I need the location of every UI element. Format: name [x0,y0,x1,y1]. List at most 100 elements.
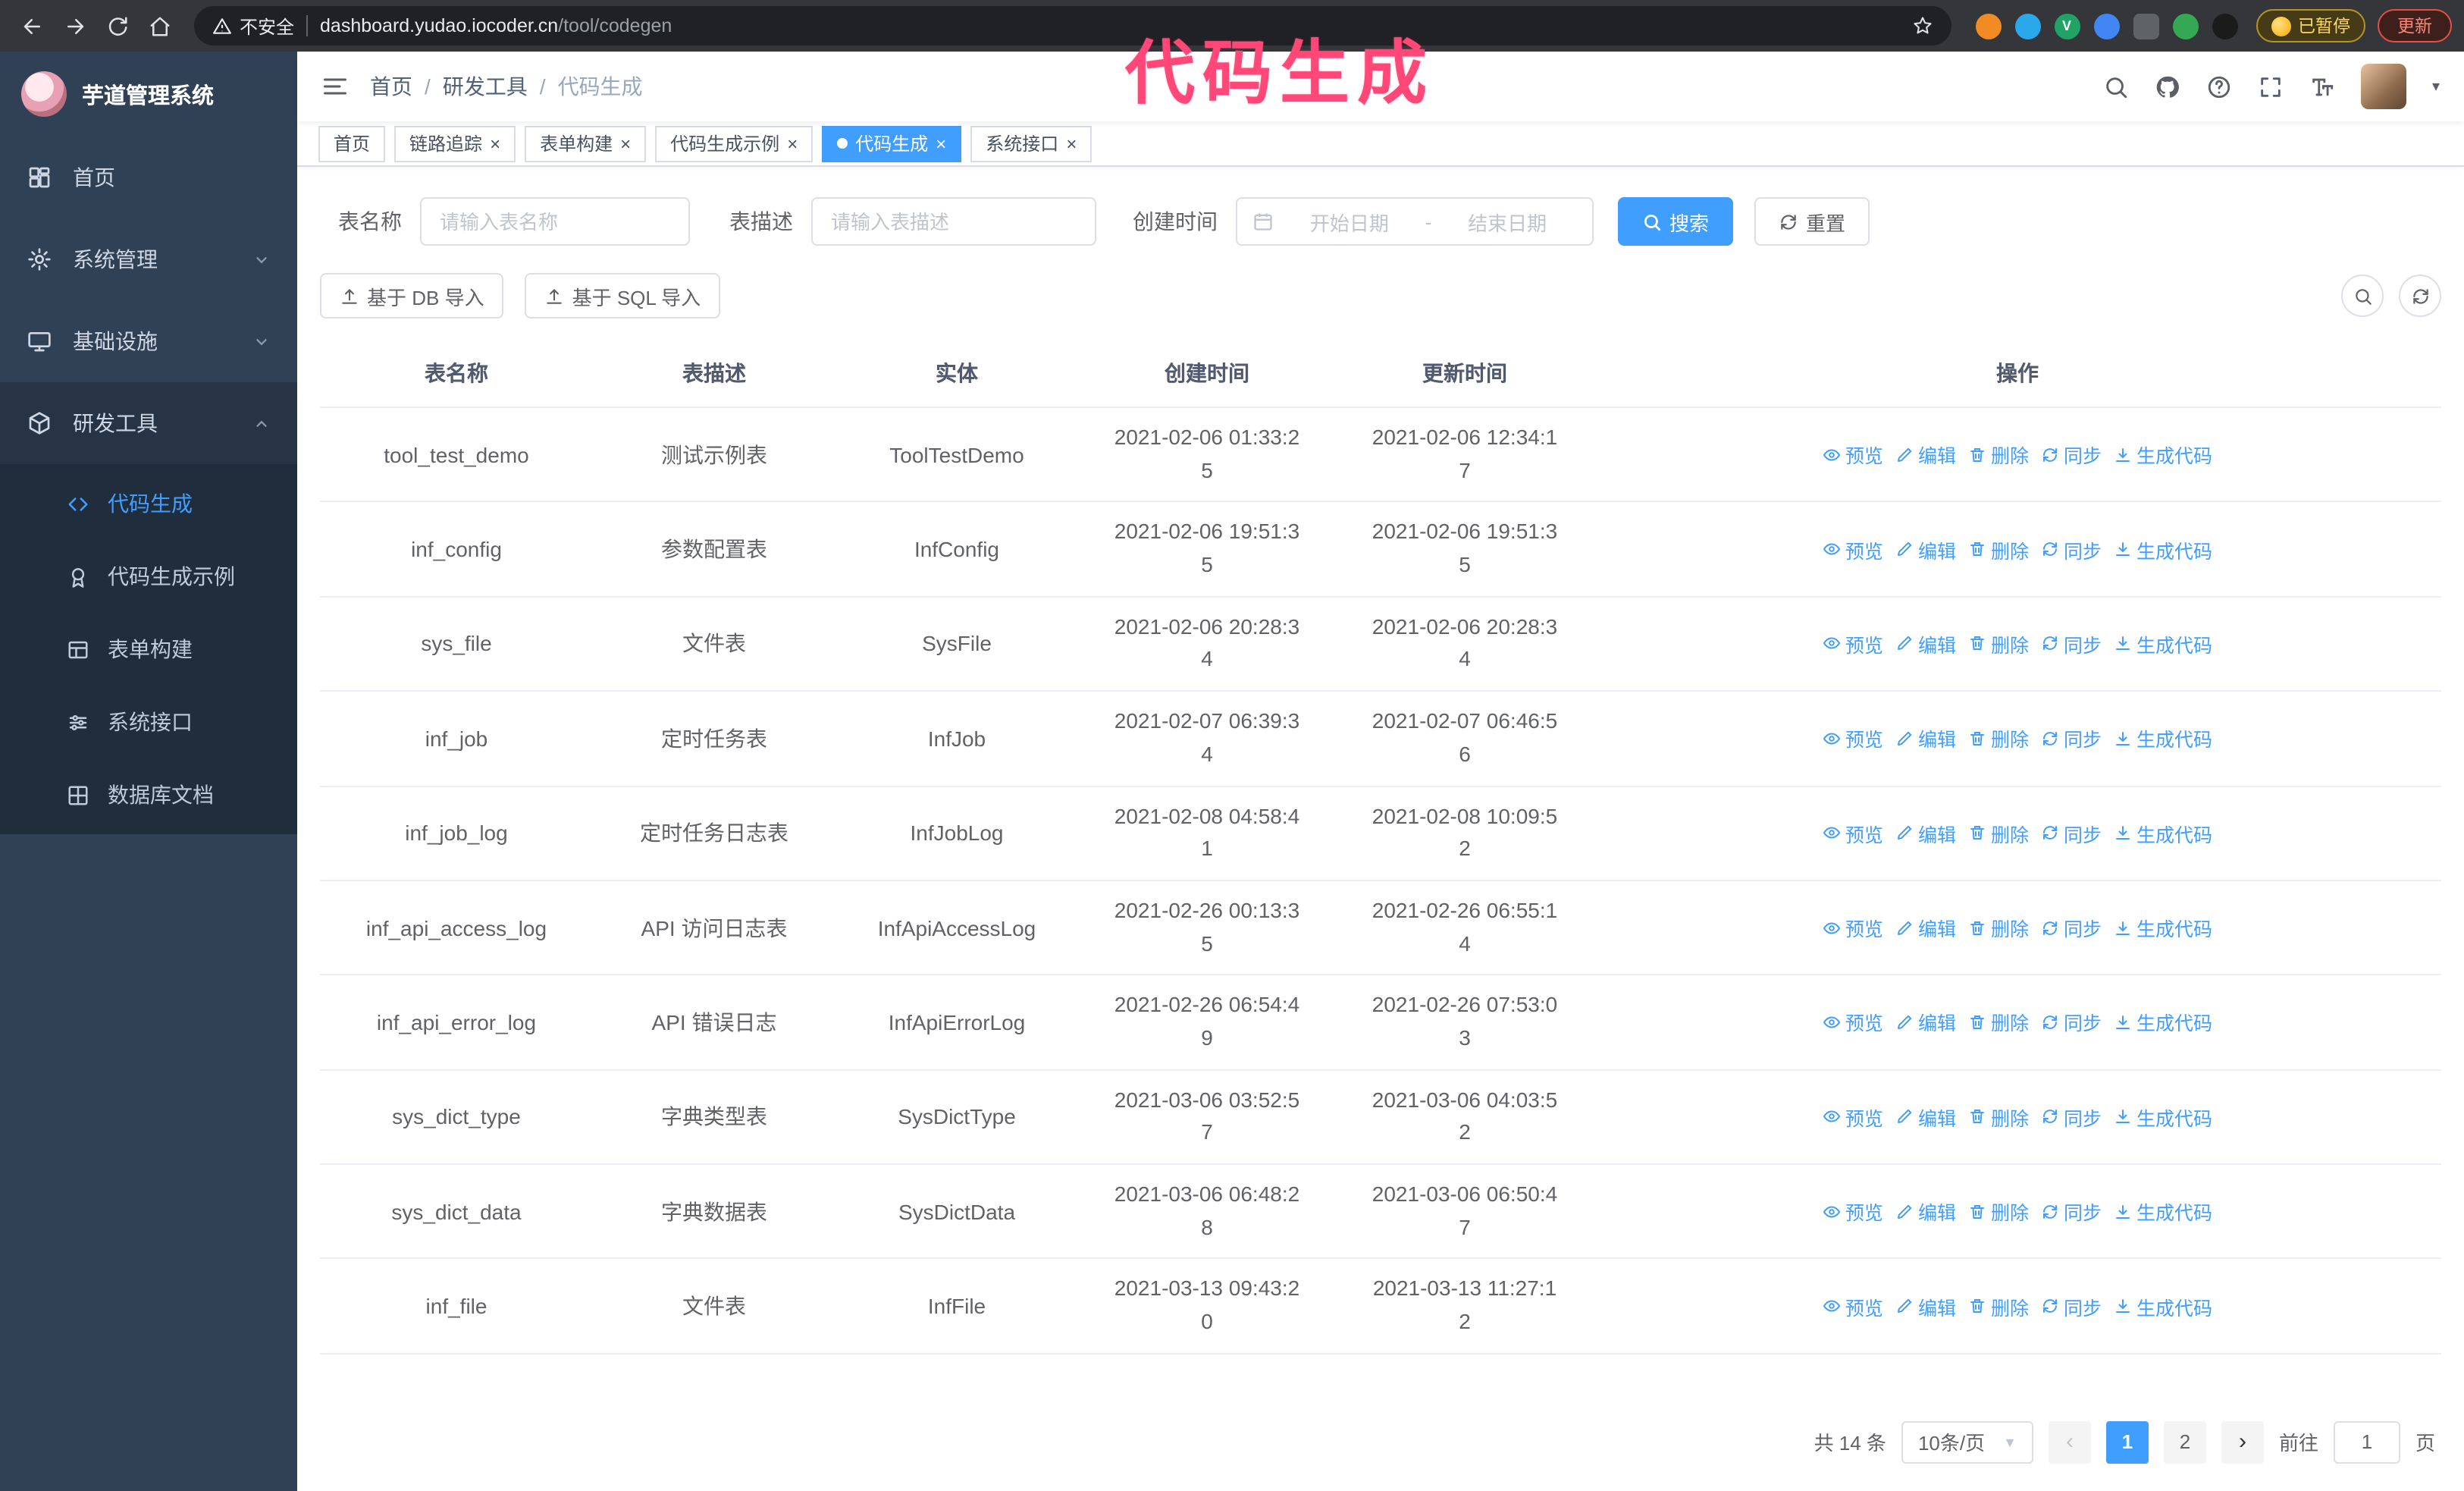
delete-link[interactable]: 删除 [1968,724,2029,753]
delete-link[interactable]: 删除 [1968,1197,2029,1226]
sync-link[interactable]: 同步 [2041,1008,2102,1037]
address-bar[interactable]: 不安全 dashboard.yudao.iocoder.cn/tool/code… [194,6,1951,46]
back-button[interactable] [12,6,52,46]
sync-link[interactable]: 同步 [2041,818,2102,847]
breadcrumb-devtools[interactable]: 研发工具 [443,71,528,102]
tab-system-api[interactable]: 系统接口 × [970,125,1092,162]
edit-link[interactable]: 编辑 [1895,1103,1956,1132]
paused-badge[interactable]: 已暂停 [2256,9,2365,42]
sidebar-item-system-api[interactable]: 系统接口 [0,686,297,758]
edit-link[interactable]: 编辑 [1895,629,1956,658]
delete-link[interactable]: 删除 [1968,629,2029,658]
sync-link[interactable]: 同步 [2041,724,2102,753]
next-page-button[interactable]: › [2221,1420,2264,1464]
fullscreen-button[interactable] [2258,74,2284,99]
toggle-search-button[interactable] [2341,275,2384,317]
sync-link[interactable]: 同步 [2041,629,2102,658]
page-button-2[interactable]: 2 [2163,1420,2206,1464]
preview-link[interactable]: 预览 [1823,629,1883,658]
delete-link[interactable]: 删除 [1968,440,2029,469]
tab-close-icon[interactable]: × [490,134,500,152]
font-size-button[interactable] [2309,74,2335,99]
tab-close-icon[interactable]: × [936,134,946,152]
edit-link[interactable]: 编辑 [1895,1292,1956,1320]
preview-link[interactable]: 预览 [1823,440,1883,469]
sidebar-item-codegen[interactable]: 代码生成 [0,467,297,540]
breadcrumb-home[interactable]: 首页 [370,71,412,102]
generate-code-link[interactable]: 生成代码 [2114,818,2212,847]
tab-trace[interactable]: 链路追踪 × [394,125,516,162]
reset-button[interactable]: 重置 [1754,197,1870,246]
generate-code-link[interactable]: 生成代码 [2114,724,2212,753]
sync-link[interactable]: 同步 [2041,535,2102,563]
preview-link[interactable]: 预览 [1823,1008,1883,1037]
generate-code-link[interactable]: 生成代码 [2114,535,2212,563]
edit-link[interactable]: 编辑 [1895,440,1956,469]
extension-icon-5[interactable] [2133,13,2158,39]
goto-page-input[interactable] [2333,1420,2400,1464]
github-button[interactable] [2155,74,2180,99]
sync-link[interactable]: 同步 [2041,440,2102,469]
date-range-picker[interactable]: 开始日期 - 结束日期 [1236,197,1594,246]
sync-link[interactable]: 同步 [2041,1103,2102,1132]
extension-icon-6[interactable] [2172,13,2198,39]
extension-icon-1[interactable] [1975,13,2001,39]
delete-link[interactable]: 删除 [1968,1103,2029,1132]
tab-close-icon[interactable]: × [787,134,798,152]
avatar-caret-icon[interactable]: ▾ [2432,78,2440,95]
tab-close-icon[interactable]: × [620,134,631,152]
table-desc-input[interactable] [811,197,1096,246]
extension-icon-7[interactable] [2212,13,2237,39]
import-sql-button[interactable]: 基于 SQL 导入 [525,273,721,319]
generate-code-link[interactable]: 生成代码 [2114,913,2212,942]
edit-link[interactable]: 编辑 [1895,818,1956,847]
tab-form-builder[interactable]: 表单构建 × [525,125,647,162]
sync-link[interactable]: 同步 [2041,1197,2102,1226]
help-button[interactable] [2206,74,2232,99]
preview-link[interactable]: 预览 [1823,535,1883,563]
update-button[interactable]: 更新 [2378,9,2452,42]
tab-home[interactable]: 首页 [318,125,386,162]
tab-close-icon[interactable]: × [1066,134,1077,152]
edit-link[interactable]: 编辑 [1895,1008,1956,1037]
refresh-table-button[interactable] [2399,275,2441,317]
sidebar-item-devtools[interactable]: 研发工具 [0,382,297,464]
edit-link[interactable]: 编辑 [1895,913,1956,942]
sidebar-item-form-builder[interactable]: 表单构建 [0,613,297,686]
sidebar-item-system[interactable]: 系统管理 [0,218,297,300]
delete-link[interactable]: 删除 [1968,1292,2029,1320]
search-button[interactable] [2103,74,2129,99]
hamburger-button[interactable] [321,73,349,100]
preview-link[interactable]: 预览 [1823,913,1883,942]
generate-code-link[interactable]: 生成代码 [2114,1008,2212,1037]
prev-page-button[interactable]: ‹ [2048,1420,2091,1464]
extension-icon-3[interactable]: V [2054,13,2080,39]
sync-link[interactable]: 同步 [2041,1292,2102,1320]
extension-icon-4[interactable] [2093,13,2119,39]
generate-code-link[interactable]: 生成代码 [2114,629,2212,658]
preview-link[interactable]: 预览 [1823,818,1883,847]
tab-codegen-example[interactable]: 代码生成示例 × [655,125,813,162]
sidebar-item-infra[interactable]: 基础设施 [0,300,297,382]
user-avatar[interactable] [2360,64,2406,109]
preview-link[interactable]: 预览 [1823,1292,1883,1320]
search-button-filter[interactable]: 搜索 [1618,197,1734,246]
delete-link[interactable]: 删除 [1968,818,2029,847]
security-chip[interactable]: 不安全 [212,13,294,39]
sidebar-item-codegen-example[interactable]: 代码生成示例 [0,540,297,613]
generate-code-link[interactable]: 生成代码 [2114,1197,2212,1226]
app-logo[interactable]: 芋道管理系统 [0,52,297,137]
sidebar-item-home[interactable]: 首页 [0,137,297,218]
home-button[interactable] [140,6,179,46]
reload-button[interactable] [97,6,136,46]
extension-icon-2[interactable] [2014,13,2040,39]
bookmark-star-button[interactable] [1911,15,1933,36]
table-name-input[interactable] [420,197,690,246]
edit-link[interactable]: 编辑 [1895,724,1956,753]
delete-link[interactable]: 删除 [1968,913,2029,942]
forward-button[interactable] [55,6,94,46]
preview-link[interactable]: 预览 [1823,1103,1883,1132]
sidebar-item-db-doc[interactable]: 数据库文档 [0,758,297,831]
preview-link[interactable]: 预览 [1823,724,1883,753]
preview-link[interactable]: 预览 [1823,1197,1883,1226]
